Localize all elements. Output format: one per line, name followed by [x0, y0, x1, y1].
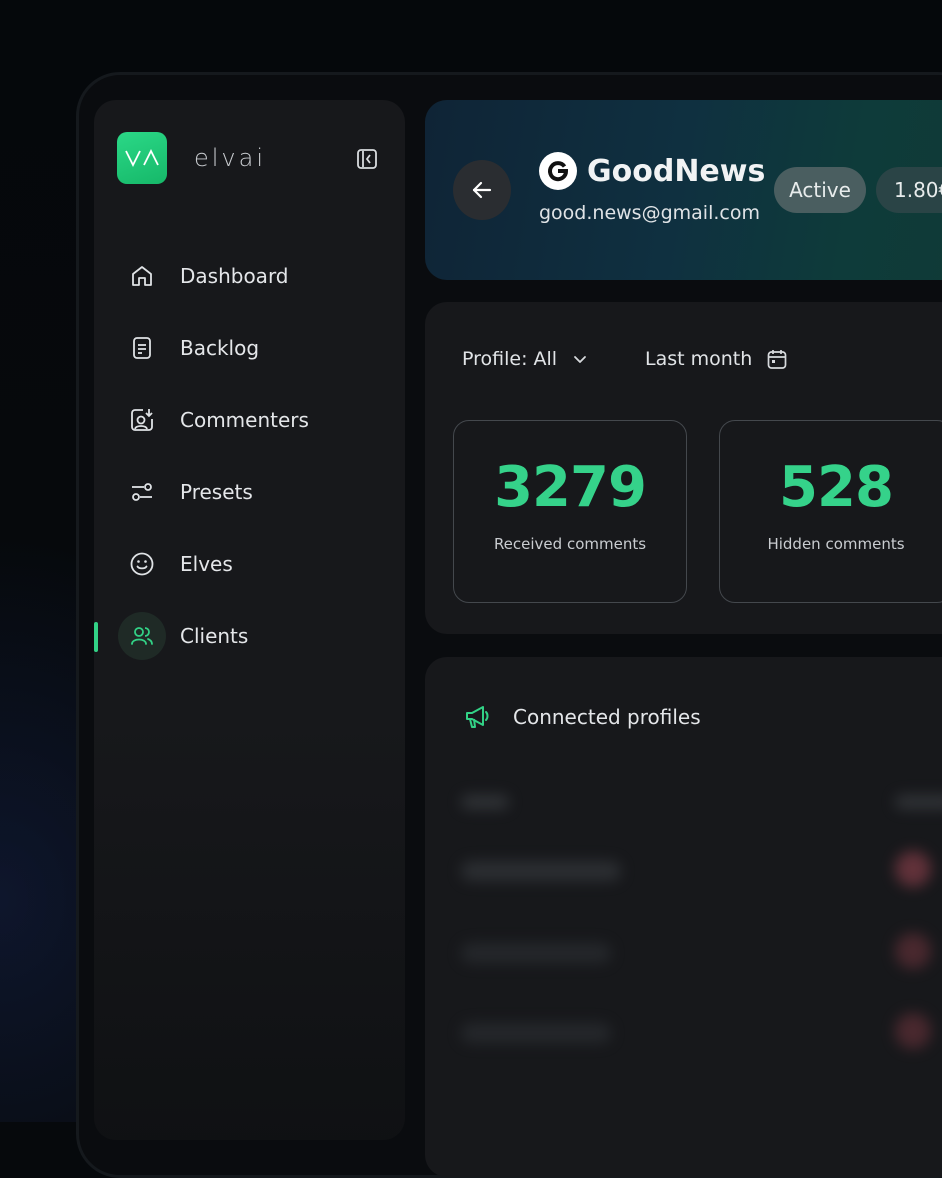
sidebar-collapse-icon	[356, 148, 378, 170]
hidden-comments-value: 528	[720, 455, 942, 520]
blurred-table-row	[461, 861, 621, 881]
back-button[interactable]	[453, 160, 511, 220]
blurred-table-header	[461, 795, 509, 809]
hidden-comments-card: 528 Hidden comments	[719, 420, 942, 603]
sidebar-item-label: Elves	[180, 552, 233, 576]
sidebar-collapse-button[interactable]	[356, 148, 378, 170]
sidebar-item-commenters[interactable]: Commenters	[94, 384, 405, 456]
sidebar-item-label: Presets	[180, 480, 253, 504]
received-comments-card: 3279 Received comments	[453, 420, 687, 603]
sidebar-item-label: Commenters	[180, 408, 309, 432]
price-badge: 1.80€	[876, 167, 942, 213]
sidebar-item-dashboard[interactable]: Dashboard	[94, 240, 405, 312]
calendar-icon	[766, 348, 788, 370]
sliders-icon	[118, 468, 166, 516]
active-indicator	[94, 622, 98, 652]
hidden-comments-label: Hidden comments	[720, 535, 942, 553]
client-header: GoodNews good.news@gmail.com Active 1.80…	[425, 100, 942, 280]
blurred-avatar	[895, 1013, 931, 1049]
sidebar-item-presets[interactable]: Presets	[94, 456, 405, 528]
blurred-avatar	[895, 933, 931, 969]
sidebar-item-label: Dashboard	[180, 264, 289, 288]
sidebar-nav: Dashboard Backlog Commenters Presets Elv…	[94, 240, 405, 672]
blurred-table-row	[461, 943, 611, 963]
date-range-label: Last month	[645, 348, 752, 370]
stats-panel: Profile: All Last month 3279 Received co…	[425, 302, 942, 634]
brand-logo[interactable]	[117, 132, 167, 184]
brand-logo-mark-icon	[124, 148, 160, 168]
received-comments-value: 3279	[454, 455, 686, 520]
megaphone-icon	[463, 703, 493, 731]
blurred-avatar	[895, 851, 931, 887]
smile-icon	[118, 540, 166, 588]
sidebar-item-label: Backlog	[180, 336, 259, 360]
sidebar-item-backlog[interactable]: Backlog	[94, 312, 405, 384]
google-icon	[539, 152, 577, 190]
document-icon	[118, 324, 166, 372]
sidebar-item-label: Clients	[180, 624, 248, 648]
sidebar-fade	[94, 720, 405, 1140]
arrow-left-icon	[470, 178, 494, 202]
sidebar-item-elves[interactable]: Elves	[94, 528, 405, 600]
connected-profiles-title: Connected profiles	[513, 705, 701, 729]
profile-filter-label: Profile: All	[462, 348, 557, 370]
status-badge: Active	[774, 167, 866, 213]
blurred-table-header	[895, 795, 942, 809]
brand-name: elvai	[194, 144, 266, 172]
client-email: good.news@gmail.com	[539, 202, 760, 224]
chevron-down-icon	[571, 350, 589, 368]
users-icon	[118, 612, 166, 660]
profile-filter-dropdown[interactable]: Profile: All	[462, 348, 589, 370]
sidebar-item-clients[interactable]: Clients	[94, 600, 405, 672]
client-name: GoodNews	[587, 154, 765, 189]
home-icon	[118, 252, 166, 300]
date-range-picker[interactable]: Last month	[645, 348, 788, 370]
user-download-icon	[118, 396, 166, 444]
connected-profiles-header: Connected profiles	[463, 703, 701, 731]
received-comments-label: Received comments	[454, 535, 686, 553]
blurred-table-row	[461, 1023, 611, 1043]
blurred-profiles-table	[425, 767, 942, 1177]
connected-profiles-panel: Connected profiles	[425, 657, 942, 1177]
sidebar: elvai Dashboard Backlog Commenters	[94, 100, 405, 1140]
